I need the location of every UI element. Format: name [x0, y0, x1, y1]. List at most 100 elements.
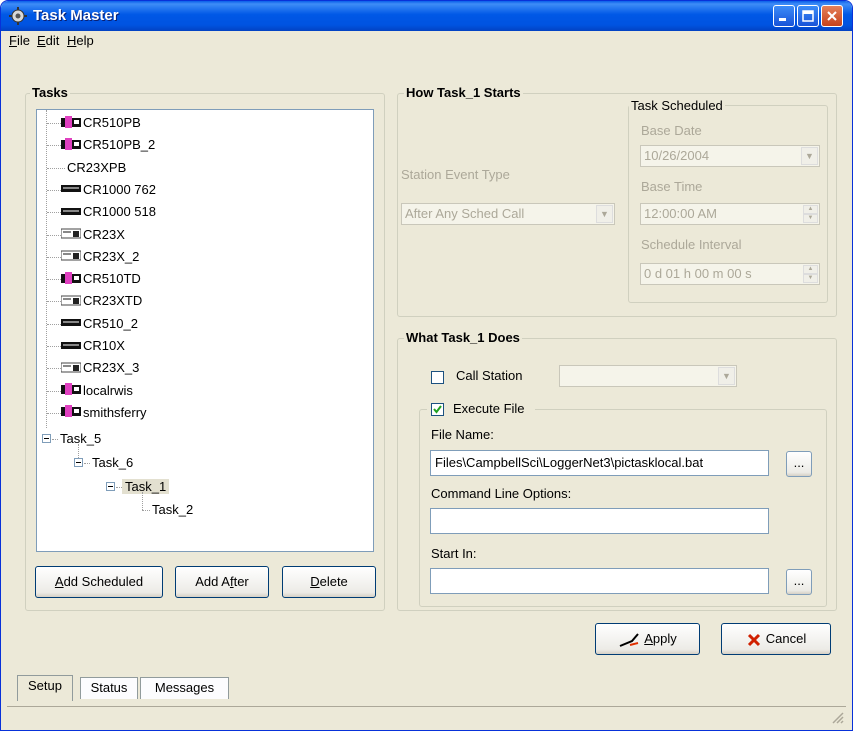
tree-item-station[interactable]: CR510TD [61, 268, 141, 290]
task-master-window: Task Master File Edit Help Tasks CR510PB… [0, 0, 853, 731]
checkmark-icon [433, 405, 442, 414]
apply-pen-icon [619, 632, 639, 647]
tree-item-label: CR23XTD [83, 293, 143, 309]
cancel-button[interactable]: Cancel [721, 623, 831, 655]
station-event-type-select[interactable]: After Any Sched Call ▼ [401, 203, 615, 225]
spin-up-icon: ▲ [803, 205, 818, 214]
tree-item-station[interactable]: CR510_2 [61, 313, 138, 335]
tree-item-label: CR23X_3 [83, 360, 140, 376]
spin-down-icon: ▼ [803, 274, 818, 283]
task5-expander[interactable] [42, 434, 51, 443]
tree-item-station[interactable]: localrwis [61, 380, 133, 402]
datalogger-pink-icon [61, 380, 81, 402]
chevron-down-icon: ▼ [801, 147, 818, 165]
spin-up-icon: ▲ [803, 265, 818, 274]
datalogger-grey-icon [60, 224, 82, 246]
tree-item-station[interactable]: CR23X_3 [60, 357, 140, 380]
file-name-input[interactable]: Files\CampbellSci\LoggerNet3\pictaskloca… [430, 450, 769, 476]
datalogger-black-icon [61, 313, 81, 335]
tree-item-station[interactable]: CR1000 518 [61, 201, 156, 223]
base-date-label: Base Date [641, 123, 702, 138]
tab-setup[interactable]: Setup [17, 675, 73, 701]
tasks-group-label: Tasks [30, 85, 70, 100]
datalogger-pink-icon [61, 402, 81, 424]
chevron-down-icon: ▼ [718, 367, 735, 385]
tree-item-label: CR1000 762 [83, 181, 156, 197]
tree-item-station[interactable]: smithsferry [61, 402, 147, 424]
datalogger-grey-icon [60, 358, 82, 380]
minimize-button[interactable] [773, 5, 795, 27]
call-station-label: Call Station [456, 368, 523, 383]
window-title: Task Master [33, 7, 119, 24]
execute-file-label: Execute File [453, 401, 525, 416]
tree-item-label: CR510TD [83, 271, 141, 287]
menu-file[interactable]: File [9, 33, 30, 48]
tree-item-station[interactable]: CR510PB_2 [61, 134, 155, 156]
datalogger-pink-icon [61, 135, 81, 157]
cmd-options-input[interactable] [430, 508, 769, 534]
tree-item-station[interactable]: CR23X [60, 224, 125, 246]
add-scheduled-button[interactable]: Add Scheduled [35, 566, 163, 598]
tab-messages[interactable]: Messages [140, 677, 229, 699]
datalogger-pink-icon [61, 113, 81, 135]
base-date-picker[interactable]: 10/26/2004 ▼ [640, 145, 820, 167]
gear-icon [9, 7, 27, 25]
start-in-input[interactable] [430, 568, 769, 594]
resize-grip-icon[interactable] [830, 710, 844, 724]
tree-item-task1[interactable]: Task_1 [122, 476, 170, 498]
datalogger-black-icon [61, 336, 81, 358]
schedule-interval-spinner[interactable]: 0 d 01 h 00 m 00 s ▲ ▼ [640, 263, 820, 285]
task-tree[interactable]: CR510PB CR510PB_2 CR23XPB CR1000 762 CR1000 … [36, 109, 374, 552]
tree-item-station[interactable]: CR510PB [61, 112, 141, 134]
task1-expander[interactable] [106, 482, 115, 491]
start-in-label: Start In: [431, 546, 477, 561]
browse-file-button[interactable]: ... [786, 451, 812, 477]
tree-item-station[interactable]: CR23X_2 [60, 246, 140, 268]
cancel-x-icon [747, 633, 760, 646]
tree-item-station[interactable]: CR23XPB [67, 157, 126, 179]
maximize-button[interactable] [797, 5, 819, 27]
title-bar[interactable]: Task Master [1, 1, 852, 31]
tree-item-station[interactable]: CR1000 762 [61, 179, 156, 201]
tree-item-task2[interactable]: Task_2 [152, 499, 193, 521]
cmd-options-label: Command Line Options: [431, 486, 572, 501]
browse-start-in-button[interactable]: ... [786, 569, 812, 595]
base-time-label: Base Time [641, 179, 703, 194]
tree-item-label: CR1000 518 [83, 204, 156, 220]
tree-item-label: CR510PB_2 [83, 137, 156, 153]
add-after-button[interactable]: Add After [175, 566, 269, 598]
datalogger-grey-icon [60, 291, 82, 313]
base-time-spinner[interactable]: 12:00:00 AM ▲ ▼ [640, 203, 820, 225]
tree-item-task5[interactable]: Task_5 [60, 428, 101, 450]
call-station-select[interactable]: ▼ [559, 365, 737, 387]
station-event-type-label: Station Event Type [401, 167, 510, 182]
tree-item-label: localrwis [83, 382, 133, 398]
tree-item-label: CR510_2 [83, 315, 138, 331]
tree-item-station[interactable]: CR10X [61, 335, 125, 357]
tree-item-label: CR23X [83, 226, 125, 242]
tree-item-label: smithsferry [83, 404, 147, 420]
task6-expander[interactable] [74, 458, 83, 467]
call-station-checkbox[interactable] [431, 371, 444, 384]
menu-help[interactable]: Help [67, 33, 94, 48]
tree-item-label: CR10X [83, 338, 125, 353]
how-starts-label: How Task_1 Starts [404, 85, 523, 100]
minimize-icon [779, 18, 786, 21]
delete-button[interactable]: Delete [282, 566, 376, 598]
tree-item-label: CR23X_2 [83, 248, 140, 264]
tree-item-task6[interactable]: Task_6 [92, 452, 133, 474]
chevron-down-icon: ▼ [596, 205, 613, 223]
datalogger-black-icon [61, 179, 81, 201]
menu-edit[interactable]: Edit [37, 33, 59, 48]
execute-file-checkbox[interactable] [431, 403, 444, 416]
file-name-label: File Name: [431, 427, 494, 442]
close-button[interactable] [821, 5, 843, 27]
menu-bar: File Edit Help [1, 31, 852, 51]
apply-button[interactable]: Apply [595, 623, 700, 655]
tab-status[interactable]: Status [80, 677, 138, 699]
task-scheduled-label: Task Scheduled [629, 98, 725, 113]
tree-item-station[interactable]: CR23XTD [60, 290, 143, 313]
datalogger-black-icon [61, 202, 81, 224]
close-icon [827, 11, 837, 21]
datalogger-pink-icon [61, 269, 81, 291]
